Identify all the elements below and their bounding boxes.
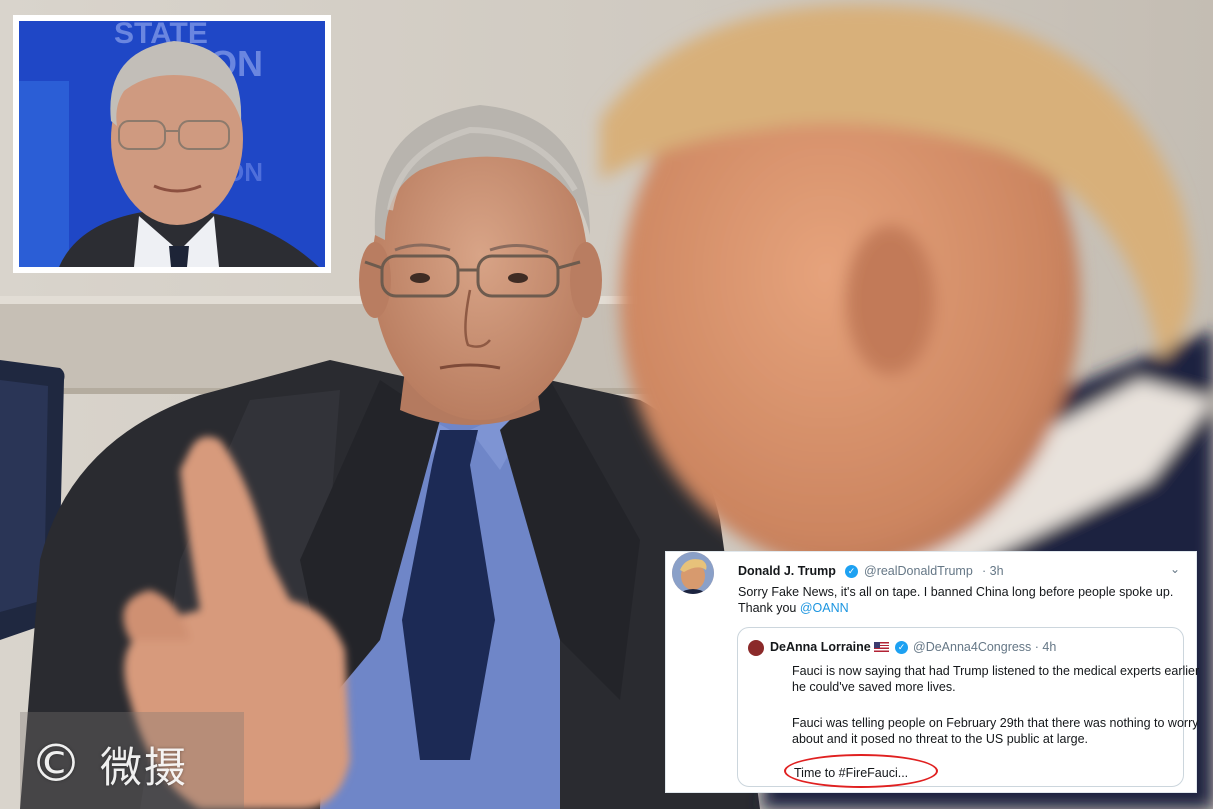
- copyright-icon: ©: [30, 734, 82, 794]
- watermark: © 微摄: [30, 728, 188, 800]
- quoted-paragraph-1: Fauci is now saying that had Trump liste…: [792, 664, 1200, 694]
- quoted-author-name[interactable]: DeAnna Lorraine: [770, 640, 871, 654]
- author-name[interactable]: Donald J. Trump: [738, 564, 836, 578]
- mention-link[interactable]: @OANN: [800, 601, 849, 615]
- tweet-card: Donald J. Trump ✓ @realDonaldTrump · 3h …: [666, 552, 1199, 792]
- inset-photo: STATE ON ON: [13, 15, 331, 273]
- inset-portrait: STATE ON ON: [19, 21, 325, 267]
- verified-check-icon: ✓: [845, 565, 858, 578]
- watermark-text: 微摄: [100, 742, 189, 792]
- quoted-time[interactable]: · 4h: [1035, 640, 1057, 654]
- highlight-circle: [784, 754, 938, 788]
- chevron-down-icon[interactable]: ⌄: [1170, 562, 1180, 576]
- quoted-tweet[interactable]: DeAnna Lorraine ✓ @DeAnna4Congress · 4h …: [737, 627, 1199, 788]
- quoted-paragraph-2: Fauci was telling people on February 29t…: [792, 716, 1199, 746]
- tweet-time[interactable]: · 3h: [982, 564, 1004, 578]
- quoted-handle-text[interactable]: @DeAnna4Congress: [913, 640, 1031, 654]
- author-handle[interactable]: @realDonaldTrump: [864, 564, 973, 578]
- verified-check-icon: ✓: [895, 641, 908, 654]
- tweet-text: Sorry Fake News, it's all on tape. I ban…: [738, 584, 1178, 616]
- quoted-author-avatar[interactable]: [748, 640, 764, 656]
- us-flag-icon: [874, 642, 889, 652]
- quoted-author-handle[interactable]: @DeAnna4Congress · 4h: [913, 640, 1056, 654]
